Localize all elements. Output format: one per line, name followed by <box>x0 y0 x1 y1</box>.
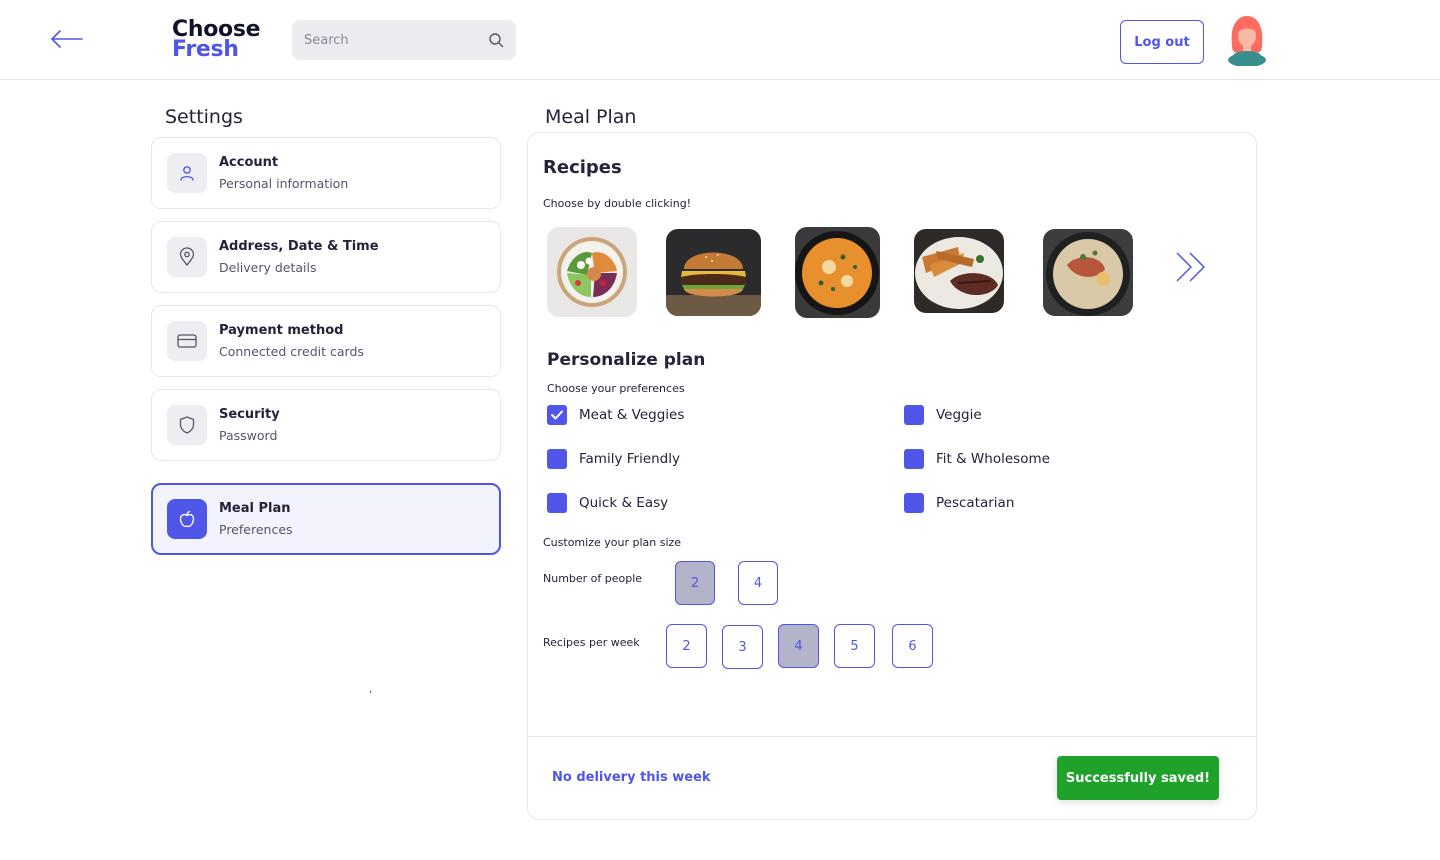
sidebar-item-subtitle: Password <box>219 428 278 443</box>
pref-label: Meat & Veggies <box>579 407 685 423</box>
recipe-soup-bowl[interactable] <box>1043 229 1133 316</box>
avatar[interactable] <box>1226 14 1268 67</box>
pref-label: Veggie <box>936 407 982 423</box>
sidebar-item-payment[interactable]: Payment method Connected credit cards <box>151 305 501 377</box>
recipe-curry-pan[interactable] <box>795 227 880 318</box>
footer-divider <box>528 736 1256 737</box>
sidebar-item-title: Payment method <box>219 323 344 338</box>
sidebar-item-account[interactable]: Account Personal information <box>151 137 501 209</box>
checkbox[interactable] <box>547 449 567 469</box>
stray-comma-mark: , <box>369 684 373 695</box>
pref-label: Pescatarian <box>936 495 1015 511</box>
shield-icon <box>167 405 207 445</box>
checkbox[interactable] <box>904 405 924 425</box>
checkbox[interactable] <box>547 493 567 513</box>
search-bar <box>292 20 516 60</box>
logout-button[interactable]: Log out <box>1120 20 1204 64</box>
next-recipes-chevron-icon[interactable] <box>1174 250 1210 284</box>
pref-label: Family Friendly <box>579 451 680 467</box>
top-bar: Choose Fresh Log out <box>0 0 1440 80</box>
plan-size-hint: Customize your plan size <box>543 536 682 549</box>
people-option-2[interactable]: 2 <box>675 561 715 605</box>
sidebar-item-meal-plan[interactable]: Meal Plan Preferences <box>151 483 501 555</box>
search-icon[interactable] <box>488 32 504 48</box>
pref-label: Quick & Easy <box>579 495 669 511</box>
sidebar-item-title: Security <box>219 407 280 422</box>
back-arrow-icon[interactable] <box>48 26 86 52</box>
sidebar-item-title: Meal Plan <box>219 501 291 516</box>
recipes-option-4[interactable]: 4 <box>778 624 819 668</box>
preferences-hint: Choose your preferences <box>547 382 685 395</box>
sidebar-item-subtitle: Delivery details <box>219 260 317 275</box>
checkbox[interactable] <box>904 493 924 513</box>
app-logo[interactable]: Choose Fresh <box>172 19 261 62</box>
meal-plan-title: Meal Plan <box>545 106 637 128</box>
recipes-option-5[interactable]: 5 <box>834 624 875 668</box>
apple-icon <box>167 499 207 539</box>
credit-card-icon <box>167 321 207 361</box>
recipes-hint: Choose by double clicking! <box>543 197 692 210</box>
recipes-option-6[interactable]: 6 <box>892 624 933 668</box>
pref-label: Fit & Wholesome <box>936 451 1050 467</box>
recipes-per-week-label: Recipes per week <box>543 636 640 649</box>
number-of-people-label: Number of people <box>543 572 643 585</box>
recipe-salad-bowl[interactable] <box>547 227 637 317</box>
no-delivery-link[interactable]: No delivery this week <box>552 770 711 785</box>
sidebar-item-subtitle: Personal information <box>219 176 349 191</box>
location-pin-icon <box>167 237 207 277</box>
user-icon <box>167 153 207 193</box>
recipe-steak-and-fries[interactable] <box>914 229 1004 313</box>
sidebar-item-title: Address, Date & Time <box>219 239 379 254</box>
people-option-4[interactable]: 4 <box>738 561 778 605</box>
sidebar-item-subtitle: Preferences <box>219 522 293 537</box>
search-input[interactable] <box>292 20 482 60</box>
sidebar-item-title: Account <box>219 155 279 170</box>
recipes-heading: Recipes <box>543 157 622 178</box>
sidebar-item-security[interactable]: Security Password <box>151 389 501 461</box>
checkbox-checked[interactable] <box>547 405 567 425</box>
recipes-option-3[interactable]: 3 <box>722 625 763 669</box>
personalize-plan-heading: Personalize plan <box>547 350 706 370</box>
checkbox[interactable] <box>904 449 924 469</box>
logo-line-2: Fresh <box>172 37 239 62</box>
recipes-option-2[interactable]: 2 <box>666 624 707 668</box>
saved-status-button[interactable]: Successfully saved! <box>1057 756 1219 800</box>
sidebar-item-subtitle: Connected credit cards <box>219 344 364 359</box>
settings-title: Settings <box>165 106 243 128</box>
sidebar-item-address[interactable]: Address, Date & Time Delivery details <box>151 221 501 293</box>
recipe-burger[interactable] <box>666 229 761 316</box>
